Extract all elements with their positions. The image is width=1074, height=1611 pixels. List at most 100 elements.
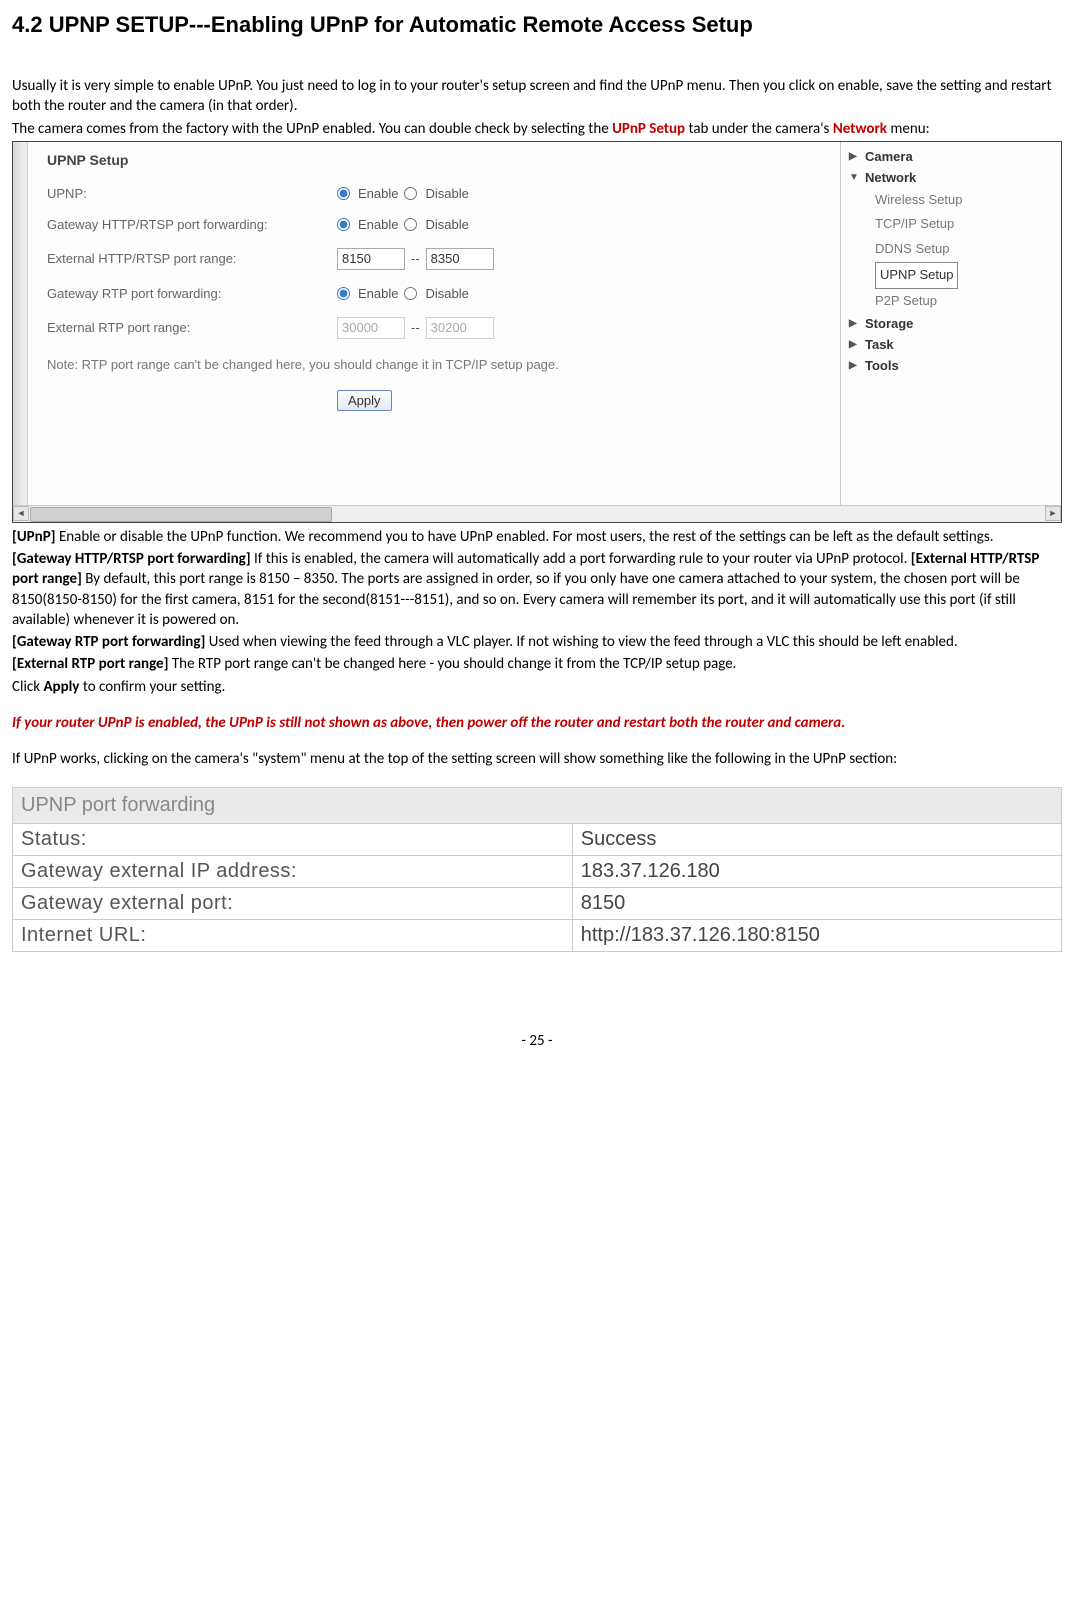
cell-status-value: Success [572,824,1061,856]
nav-wireless[interactable]: Wireless Setup [841,188,1061,213]
radio-gwhttp-enable[interactable] [337,218,350,231]
nav-p2p[interactable]: P2P Setup [841,289,1061,314]
nav-ddns[interactable]: DDNS Setup [841,237,1061,262]
label-ext-http: External HTTP/RTSP port range: [47,251,337,266]
input-ext-http-start[interactable] [337,248,405,270]
horizontal-scrollbar[interactable]: ◄ ► [13,505,1061,522]
chevron-down-icon: ▼ [849,172,859,183]
input-ext-rtp-start [337,317,405,339]
radio-upnp-enable[interactable] [337,187,350,200]
click-a: Click [12,678,43,696]
nav-storage-label: Storage [865,316,913,331]
nav-tools[interactable]: ▶ Tools [841,355,1061,376]
cell-url-label: Internet URL: [13,920,573,952]
upnp-form-panel: UPNP Setup UPNP: Enable Disable Gateway … [27,142,831,506]
upnp-setup-screenshot: UPNP Setup UPNP: Enable Disable Gateway … [12,141,1062,523]
chevron-right-icon: ▶ [849,151,859,162]
text-enable: Enable [358,186,398,201]
radio-upnp-disable[interactable] [404,187,417,200]
desc-gwhttp-text: If this is enabled, the camera will auto… [254,550,911,568]
radio-gwrtp-disable[interactable] [404,287,417,300]
intro2-text-a: The camera comes from the factory with t… [12,120,612,138]
range-dash-2: -- [411,320,420,335]
click-c: to confirm your setting. [79,678,225,696]
nav-upnp-label: UPNP Setup [875,262,958,289]
panel-title: UPNP Setup [47,152,811,168]
page-number: - 25 - [12,1032,1062,1050]
cell-ip-label: Gateway external IP address: [13,856,573,888]
table-row: Gateway external IP address:183.37.126.1… [13,856,1062,888]
chevron-right-icon-3: ▶ [849,339,859,350]
desc-gwrtp-head: [Gateway RTP port forwarding] [12,633,209,651]
desc-upnp: [UPnP] Enable or disable the UPnP functi… [12,527,1062,547]
input-ext-http-end[interactable] [426,248,494,270]
text-enable-3: Enable [358,286,398,301]
status-header: UPNP port forwarding [13,788,1062,824]
nav-network-label: Network [865,170,916,185]
desc-gwrtp: [Gateway RTP port forwarding] Used when … [12,632,1062,652]
text-disable-2: Disable [425,217,468,232]
nav-storage[interactable]: ▶ Storage [841,313,1061,334]
label-ext-rtp: External RTP port range: [47,320,337,335]
row-gw-http: Gateway HTTP/RTSP port forwarding: Enabl… [47,217,811,232]
side-nav: ▶ Camera ▼ Network Wireless Setup TCP/IP S… [840,142,1061,506]
row-upnp: UPNP: Enable Disable [47,186,811,201]
scroll-thumb[interactable] [30,507,332,522]
label-gw-http: Gateway HTTP/RTSP port forwarding: [47,217,337,232]
click-b: Apply [43,678,79,696]
rtp-note: Note: RTP port range can't be changed he… [47,355,767,375]
desc-exthttp-text: By default, this port range is 8150 – 83… [12,570,1020,629]
row-ext-rtp: External RTP port range: -- [47,317,811,339]
radio-gwrtp-enable[interactable] [337,287,350,300]
nav-network[interactable]: ▼ Network [841,167,1061,188]
desc-gwhttp: [Gateway HTTP/RTSP port forwarding] If t… [12,549,1062,630]
intro2-text-b: tab under the camera's [685,120,833,138]
apply-button[interactable]: Apply [337,390,392,411]
nav-task[interactable]: ▶ Task [841,334,1061,355]
table-row: Internet URL:http://183.37.126.180:8150 [13,920,1062,952]
cell-status-label: Status: [13,824,573,856]
desc-upnp-head: [UPnP] [12,528,59,546]
nav-camera[interactable]: ▶ Camera [841,146,1061,167]
nav-tools-label: Tools [865,358,899,373]
chevron-right-icon-2: ▶ [849,318,859,329]
text-disable-3: Disable [425,286,468,301]
desc-extrtp-head: [External RTP port range] [12,655,172,673]
desc-gwrtp-text: Used when viewing the feed through a VLC… [209,633,958,651]
left-gutter [13,142,28,506]
nav-camera-label: Camera [865,149,913,164]
nav-upnp[interactable]: UPNP Setup [841,262,1061,289]
intro-paragraph-1: Usually it is very simple to enable UPnP… [12,76,1062,117]
cell-ip-value: 183.37.126.180 [572,856,1061,888]
intro2-text-c: menu: [887,120,930,138]
scroll-left-icon[interactable]: ◄ [13,506,29,521]
desc-extrtp-text: The RTP port range can't be changed here… [172,655,737,673]
upnp-status-table: UPNP port forwarding Status:Success Gate… [12,787,1062,952]
nav-task-label: Task [865,337,894,352]
table-row: Status:Success [13,824,1062,856]
cell-url-value: http://183.37.126.180:8150 [572,920,1061,952]
label-upnp: UPNP: [47,186,337,201]
warning-text: If your router UPnP is enabled, the UPnP… [12,713,1062,733]
label-gw-rtp: Gateway RTP port forwarding: [47,286,337,301]
after-text: If UPnP works, clicking on the camera's … [12,749,1062,769]
text-disable: Disable [425,186,468,201]
intro2-network-red: Network [833,120,887,138]
text-enable-2: Enable [358,217,398,232]
intro2-upnp-red: UPnP Setup [612,120,685,138]
desc-upnp-text: Enable or disable the UPnP function. We … [59,528,994,546]
row-ext-http: External HTTP/RTSP port range: -- [47,248,811,270]
row-gw-rtp: Gateway RTP port forwarding: Enable Disa… [47,286,811,301]
radio-gwhttp-disable[interactable] [404,218,417,231]
desc-gwhttp-head: [Gateway HTTP/RTSP port forwarding] [12,550,254,568]
cell-port-value: 8150 [572,888,1061,920]
cell-port-label: Gateway external port: [13,888,573,920]
nav-tcpip[interactable]: TCP/IP Setup [841,212,1061,237]
scroll-right-icon[interactable]: ► [1045,506,1061,521]
desc-extrtp: [External RTP port range] The RTP port r… [12,654,1062,674]
desc-click-apply: Click Apply to confirm your setting. [12,677,1062,697]
intro-paragraph-2: The camera comes from the factory with t… [12,119,1062,139]
table-row: Gateway external port:8150 [13,888,1062,920]
chevron-right-icon-4: ▶ [849,360,859,371]
input-ext-rtp-end [426,317,494,339]
